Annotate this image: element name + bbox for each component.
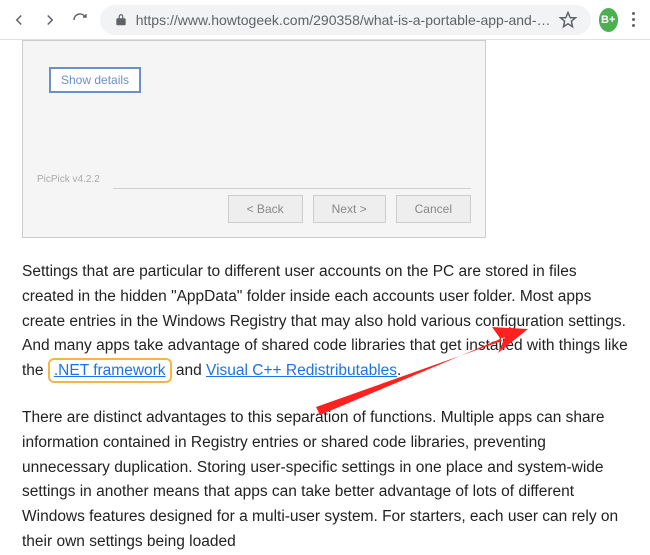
divider: [113, 188, 471, 189]
article-paragraph-2: There are distinct advantages to this se…: [22, 406, 628, 555]
highlighted-link-wrapper: .NET framework: [48, 358, 172, 383]
forward-button[interactable]: [39, 6, 62, 34]
paragraph-text: .: [397, 362, 401, 379]
back-button[interactable]: [8, 6, 31, 34]
extension-badge[interactable]: B+: [599, 8, 618, 32]
lock-icon: [114, 13, 128, 27]
article-paragraph-1: Settings that are particular to differen…: [22, 260, 628, 384]
installer-cancel-button: Cancel: [396, 195, 471, 223]
installer-version-label: PicPick v4.2.2: [37, 174, 100, 185]
reload-button[interactable]: [69, 6, 92, 34]
installer-next-button: Next >: [313, 195, 386, 223]
address-bar[interactable]: https://www.howtogeek.com/290358/what-is…: [100, 5, 591, 35]
net-framework-link[interactable]: .NET framework: [54, 362, 166, 379]
url-text: https://www.howtogeek.com/290358/what-is…: [136, 12, 551, 28]
browser-menu-button[interactable]: [626, 12, 642, 27]
bookmark-star-icon[interactable]: [559, 11, 577, 29]
show-details-button: Show details: [49, 67, 141, 93]
paragraph-text: and: [172, 362, 206, 379]
installer-back-button: < Back: [228, 195, 303, 223]
installer-screenshot: Show details PicPick v4.2.2 < Back Next …: [22, 40, 486, 238]
vc-redist-link[interactable]: Visual C++ Redistributables: [206, 362, 397, 379]
